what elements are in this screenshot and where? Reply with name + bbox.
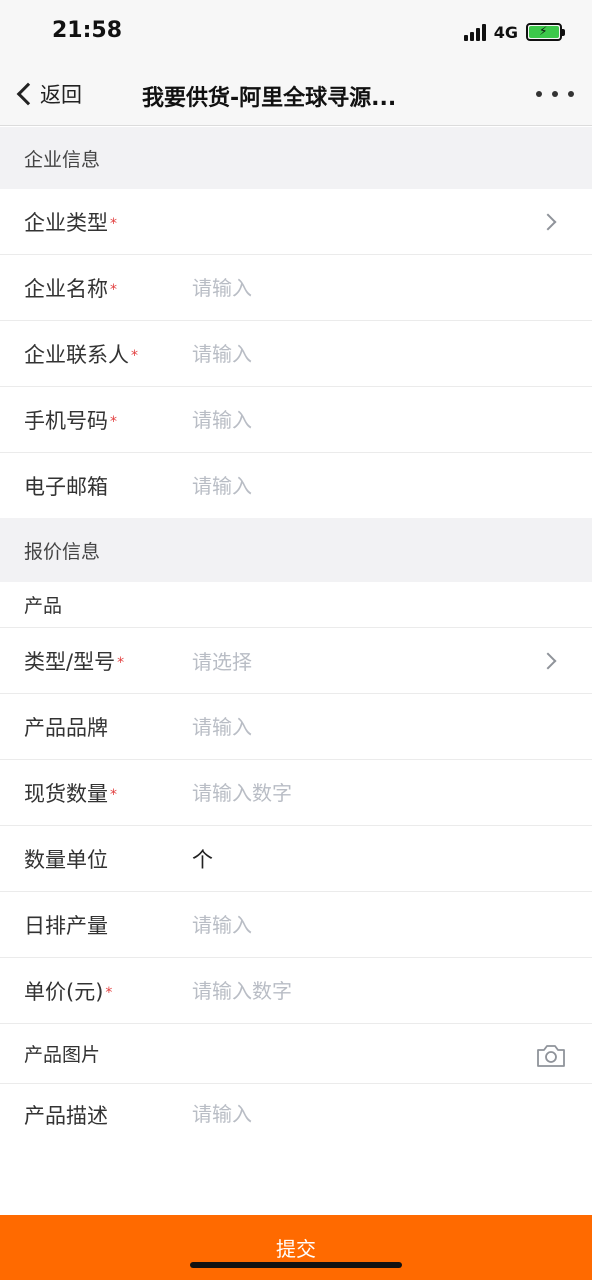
email-input[interactable] (192, 465, 512, 506)
status-time: 21:58 (52, 18, 123, 43)
description-row: 产品描述 (0, 1084, 592, 1154)
product-images-label: 产品图片 (24, 1044, 101, 1066)
company-name-input[interactable] (192, 267, 512, 308)
stock-input[interactable] (192, 772, 512, 813)
more-dot-icon (536, 91, 542, 97)
product-sub-label: 产品 (24, 595, 63, 617)
description-input[interactable] (192, 1094, 512, 1134)
required-mark: * (110, 281, 117, 298)
back-chevron-icon (16, 82, 40, 106)
model-row[interactable]: 类型/型号 * 请选择 (0, 628, 592, 694)
page-title: 我要供货-阿里全球寻源... (142, 86, 397, 111)
model-label: 类型/型号 * (24, 649, 125, 674)
camera-icon[interactable] (536, 1042, 566, 1068)
status-bar: 21:58 4G ⚡ (0, 0, 592, 62)
signal-icon (463, 23, 486, 41)
required-mark: * (131, 347, 138, 364)
more-dot-icon (552, 91, 558, 97)
company-type-label: 企业类型 * (24, 210, 117, 235)
required-mark: * (117, 654, 125, 671)
status-icons: 4G ⚡ (463, 20, 565, 44)
phone-input[interactable] (192, 399, 512, 440)
more-dot-icon (568, 91, 574, 97)
back-button[interactable]: 返回 (14, 76, 82, 112)
model-select[interactable]: 请选择 (192, 646, 252, 675)
chevron-right-icon (539, 652, 557, 669)
product-images-row: 产品图片 (0, 1024, 592, 1084)
email-row: 电子邮箱 (0, 453, 592, 518)
company-contact-row: 企业联系人 * (0, 321, 592, 387)
company-type-row[interactable]: 企业类型 * (0, 189, 592, 255)
brand-label: 产品品牌 (24, 715, 108, 740)
section-header-company: 企业信息 (0, 127, 592, 189)
required-mark: * (110, 413, 117, 430)
required-mark: * (110, 215, 117, 232)
brand-input[interactable] (192, 706, 512, 747)
email-label: 电子邮箱 (24, 474, 108, 499)
daily-output-label: 日排产量 (24, 913, 108, 938)
unit-value[interactable]: 个 (192, 844, 213, 874)
battery-icon: ⚡ (526, 23, 565, 41)
required-mark: * (110, 786, 117, 803)
brand-row: 产品品牌 (0, 694, 592, 760)
back-label: 返回 (40, 83, 82, 107)
unit-row[interactable]: 数量单位 个 (0, 826, 592, 892)
stock-label: 现货数量 * (24, 781, 117, 806)
company-name-label: 企业名称 * (24, 276, 117, 301)
section-header-quote: 报价信息 (0, 518, 592, 582)
submit-label: 提交 (276, 1237, 316, 1261)
company-contact-label: 企业联系人 * (24, 342, 138, 367)
chevron-right-icon (539, 213, 557, 230)
more-button[interactable] (536, 84, 574, 104)
price-input[interactable] (192, 970, 512, 1011)
stock-row: 现货数量 * (0, 760, 592, 826)
description-label: 产品描述 (24, 1104, 108, 1128)
price-row: 单价(元) * (0, 958, 592, 1024)
daily-output-input[interactable] (192, 904, 512, 945)
required-mark: * (105, 984, 113, 1001)
company-name-row: 企业名称 * (0, 255, 592, 321)
phone-row: 手机号码 * (0, 387, 592, 453)
submit-button[interactable]: 提交 (0, 1215, 592, 1280)
network-label: 4G (493, 22, 518, 42)
phone-label: 手机号码 * (24, 408, 117, 433)
home-indicator (190, 1262, 402, 1268)
daily-output-row: 日排产量 (0, 892, 592, 958)
company-contact-input[interactable] (192, 333, 512, 374)
price-label: 单价(元) * (24, 979, 113, 1004)
product-sub-header: 产品 (0, 582, 592, 628)
unit-label: 数量单位 (24, 847, 108, 872)
nav-bar: 返回 我要供货-阿里全球寻源... (0, 62, 592, 126)
